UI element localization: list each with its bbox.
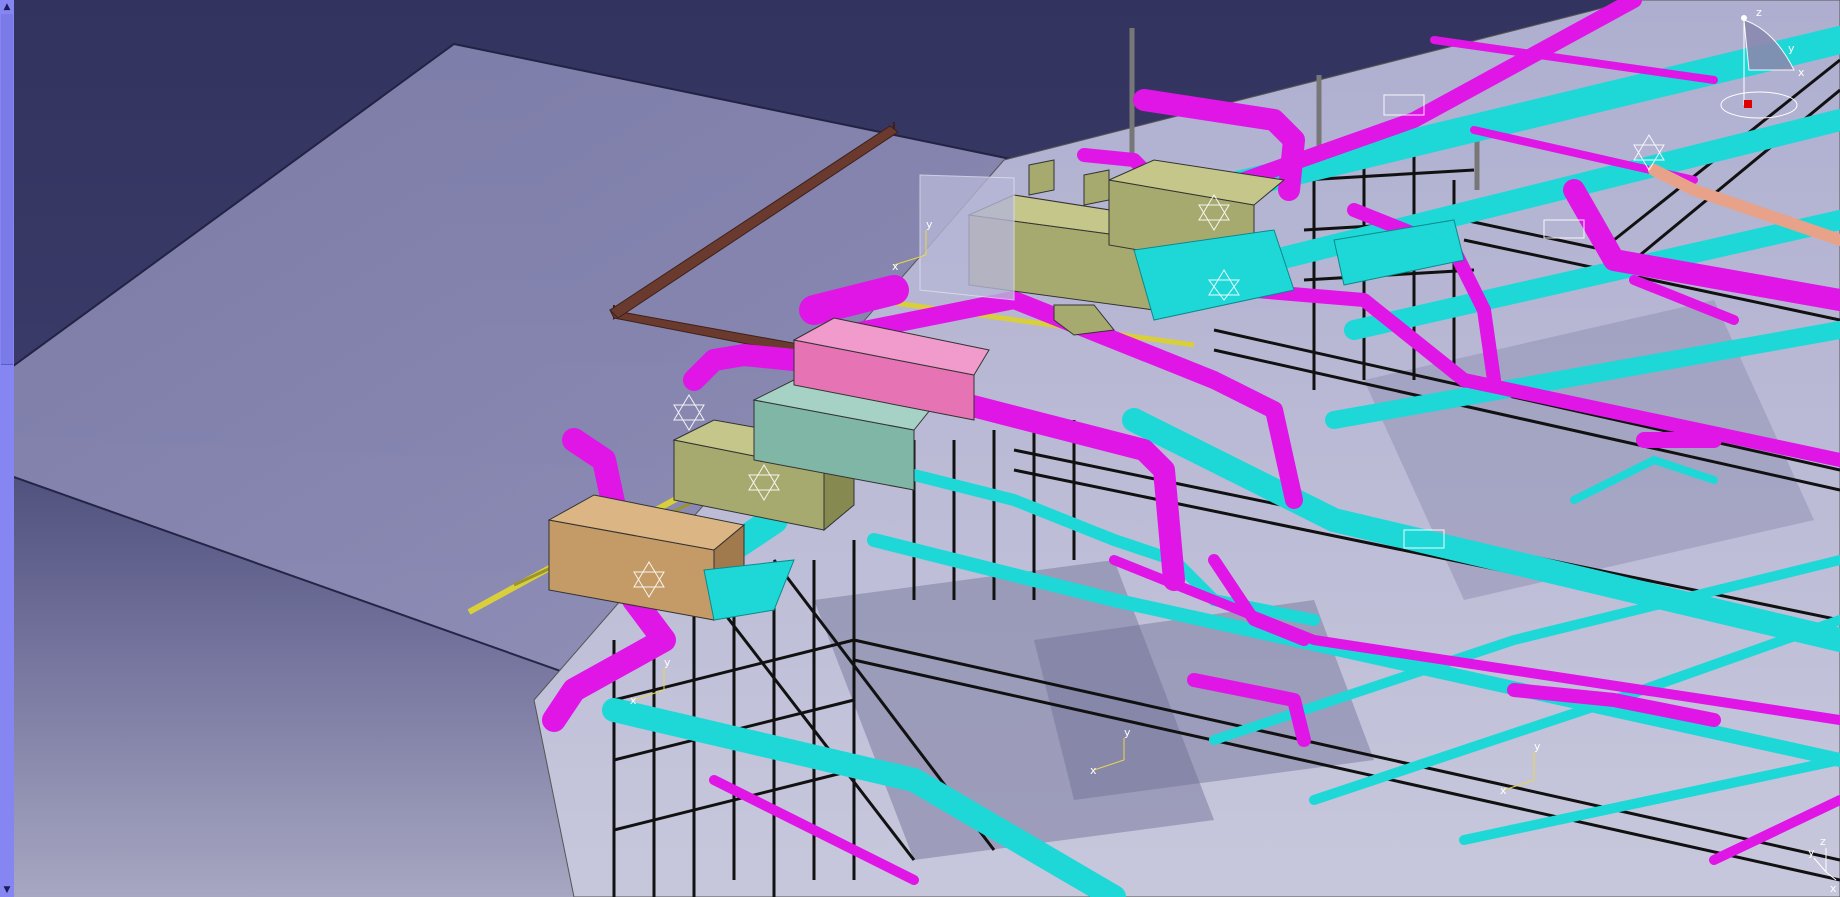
local-axis-label-y: y bbox=[926, 218, 933, 231]
3d-viewport[interactable]: y x y x y x y x z y x z y x bbox=[14, 0, 1840, 897]
scrollbar-thumb[interactable] bbox=[1, 14, 13, 365]
local-axis-label-x: x bbox=[1090, 764, 1097, 777]
3d-scene[interactable]: y x y x y x y x z y x z y x bbox=[14, 0, 1840, 897]
compass-label-x: x bbox=[1798, 66, 1805, 79]
scroll-up-arrow-icon[interactable]: ▲ bbox=[0, 0, 14, 14]
local-axis-label-y: y bbox=[664, 656, 671, 669]
local-axis-label-x: x bbox=[1500, 784, 1507, 797]
scroll-down-arrow-icon[interactable]: ▼ bbox=[0, 883, 14, 897]
mini-axis-label-y: y bbox=[1808, 846, 1815, 859]
compass-label-z: z bbox=[1756, 6, 1762, 19]
local-axis-label-y: y bbox=[1124, 726, 1131, 739]
mini-axis-label-z: z bbox=[1820, 835, 1826, 848]
local-axis-label-x: x bbox=[630, 694, 637, 707]
white-panel bbox=[919, 174, 1015, 301]
vertical-scrollbar[interactable]: ▲ ▼ bbox=[0, 0, 14, 897]
mini-axis-label-x: x bbox=[1830, 882, 1837, 895]
local-axis-label-x: x bbox=[892, 260, 899, 273]
compass-label-y: y bbox=[1788, 42, 1795, 55]
local-axis-label-y: y bbox=[1534, 740, 1541, 753]
